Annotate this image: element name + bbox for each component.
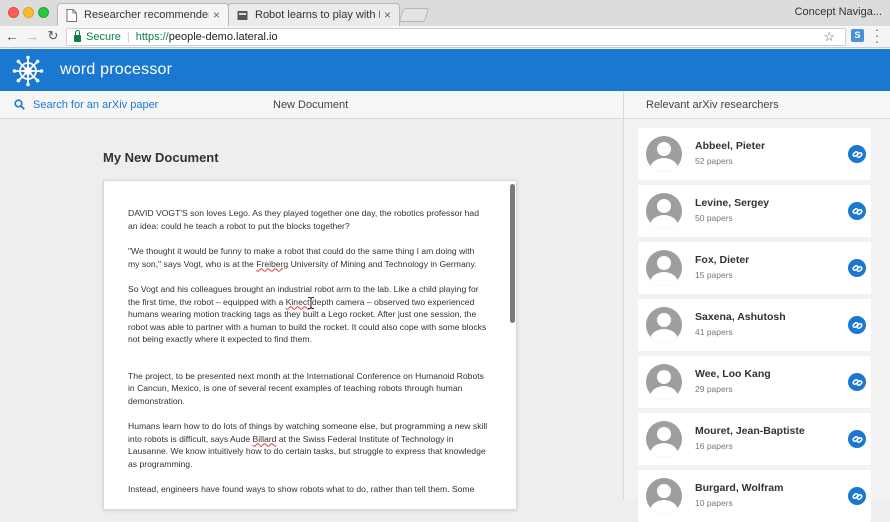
researcher-card[interactable]: Wee, Loo Kang 29 papers [638, 356, 871, 408]
document-editor[interactable]: DAVID VOGT'S son loves Lego. As they pla… [103, 180, 517, 510]
misspelled-word[interactable]: Freiberg [256, 259, 288, 269]
link-icon[interactable] [848, 316, 866, 334]
researcher-sidebar: Relevant arXiv researchers Abbeel, Piete… [623, 91, 890, 522]
paragraph: DAVID VOGT'S son loves Lego. As they pla… [128, 208, 479, 231]
researcher-name[interactable]: Levine, Sergey [695, 197, 769, 209]
avatar [646, 478, 682, 514]
avatar [646, 193, 682, 229]
document-name-label[interactable]: New Document [273, 99, 348, 111]
app-header: word processor [0, 49, 890, 91]
ships-wheel-icon [12, 55, 44, 87]
researcher-card[interactable]: Abbeel, Pieter 52 papers [638, 128, 871, 180]
avatar [646, 136, 682, 172]
address-separator: | [126, 31, 130, 43]
researcher-name[interactable]: Abbeel, Pieter [695, 140, 765, 152]
new-tab-button[interactable] [398, 8, 430, 22]
browser-tab-robot-lego[interactable]: Robot learns to play with Lego × [228, 3, 400, 26]
window-zoom-button[interactable] [38, 7, 49, 18]
paragraph: So Vogt and his colleagues brought an in… [128, 283, 488, 346]
researcher-card[interactable]: Saxena, Ashutosh 41 papers [638, 299, 871, 351]
secure-label: Secure [86, 31, 121, 43]
forward-arrow-icon[interactable]: → [24, 28, 40, 44]
document-heading: My New Document [103, 150, 219, 165]
browser-profile-name[interactable]: Concept Naviga... [795, 6, 882, 18]
researcher-name[interactable]: Fox, Dieter [695, 254, 749, 266]
address-bar[interactable]: Secure | https:// people-demo.lateral.io… [66, 28, 846, 46]
avatar [646, 421, 682, 457]
text-cursor-icon [308, 297, 314, 309]
researcher-name[interactable]: Burgard, Wolfram [695, 482, 783, 494]
avatar [646, 250, 682, 286]
researcher-paper-count: 29 papers [695, 384, 733, 394]
link-icon[interactable] [848, 373, 866, 391]
misspelled-word[interactable]: Kinect [286, 297, 310, 307]
researcher-card[interactable]: Mouret, Jean-Baptiste 16 papers [638, 413, 871, 465]
researcher-paper-count: 15 papers [695, 270, 733, 280]
sidebar-header: Relevant arXiv researchers [624, 91, 890, 119]
researcher-name[interactable]: Mouret, Jean-Baptiste [695, 425, 805, 437]
lock-icon [74, 30, 81, 42]
url-scheme: https:// [135, 31, 169, 43]
extension-icon[interactable]: S [851, 29, 864, 42]
link-icon[interactable] [848, 259, 866, 277]
link-icon[interactable] [848, 430, 866, 448]
tab-close-button[interactable]: × [213, 8, 220, 22]
editor-area: My New Document DAVID VOGT'S son loves L… [0, 120, 623, 510]
avatar [646, 307, 682, 343]
misspelled-word[interactable]: Billard [253, 434, 277, 444]
paragraph: The project, to be presented next month … [128, 370, 484, 406]
browser-tab-researcher-recommender[interactable]: Researcher recommender × [57, 3, 229, 26]
window-close-button[interactable] [8, 7, 19, 18]
document-icon [66, 8, 77, 22]
search-arxiv-link[interactable]: Search for an arXiv paper [33, 99, 158, 111]
search-icon[interactable] [14, 99, 25, 110]
researcher-card[interactable]: Fox, Dieter 15 papers [638, 242, 871, 294]
researcher-paper-count: 50 papers [695, 213, 733, 223]
researcher-name[interactable]: Wee, Loo Kang [695, 368, 771, 380]
link-icon[interactable] [848, 202, 866, 220]
news-favicon-icon [237, 10, 248, 20]
researcher-paper-count: 16 papers [695, 441, 733, 451]
paragraph: Humans learn how to do lots of things by… [128, 420, 488, 470]
browser-menu-icon[interactable]: · · · [874, 23, 880, 48]
researcher-card[interactable]: Burgard, Wolfram 10 papers [638, 470, 871, 522]
tab-title: Robot learns to play with Lego [255, 9, 380, 21]
app-title: word processor [60, 61, 173, 78]
bookmark-star-icon[interactable]: ☆ [823, 29, 835, 45]
reload-icon[interactable]: ↻ [45, 28, 61, 44]
paragraph-text: University of Mining and Technology in G… [288, 258, 477, 269]
avatar [646, 364, 682, 400]
editor-toolbar: Search for an arXiv paper New Document [0, 91, 623, 119]
researcher-name[interactable]: Saxena, Ashutosh [695, 311, 786, 323]
url-host: people-demo.lateral.io [168, 31, 278, 43]
paragraph: "We thought it would be funny to make a … [128, 245, 488, 270]
document-body[interactable]: DAVID VOGT'S son loves Lego. As they pla… [128, 207, 488, 509]
editor-scrollbar[interactable] [510, 184, 515, 323]
tab-title: Researcher recommender [84, 9, 209, 21]
tab-close-button[interactable]: × [384, 8, 391, 22]
paragraph: Instead, engineers have found ways to sh… [128, 484, 475, 494]
researcher-card[interactable]: Levine, Sergey 50 papers [638, 185, 871, 237]
link-icon[interactable] [848, 487, 866, 505]
researcher-paper-count: 41 papers [695, 327, 733, 337]
window-minimize-button[interactable] [23, 7, 34, 18]
researcher-paper-count: 52 papers [695, 156, 733, 166]
sidebar-title: Relevant arXiv researchers [646, 99, 779, 111]
browser-tab-bar: Researcher recommender × Robot learns to… [0, 0, 890, 26]
browser-toolbar: ← → ↻ Secure | https:// people-demo.late… [0, 26, 890, 48]
link-icon[interactable] [848, 145, 866, 163]
back-arrow-icon[interactable]: ← [4, 28, 20, 44]
